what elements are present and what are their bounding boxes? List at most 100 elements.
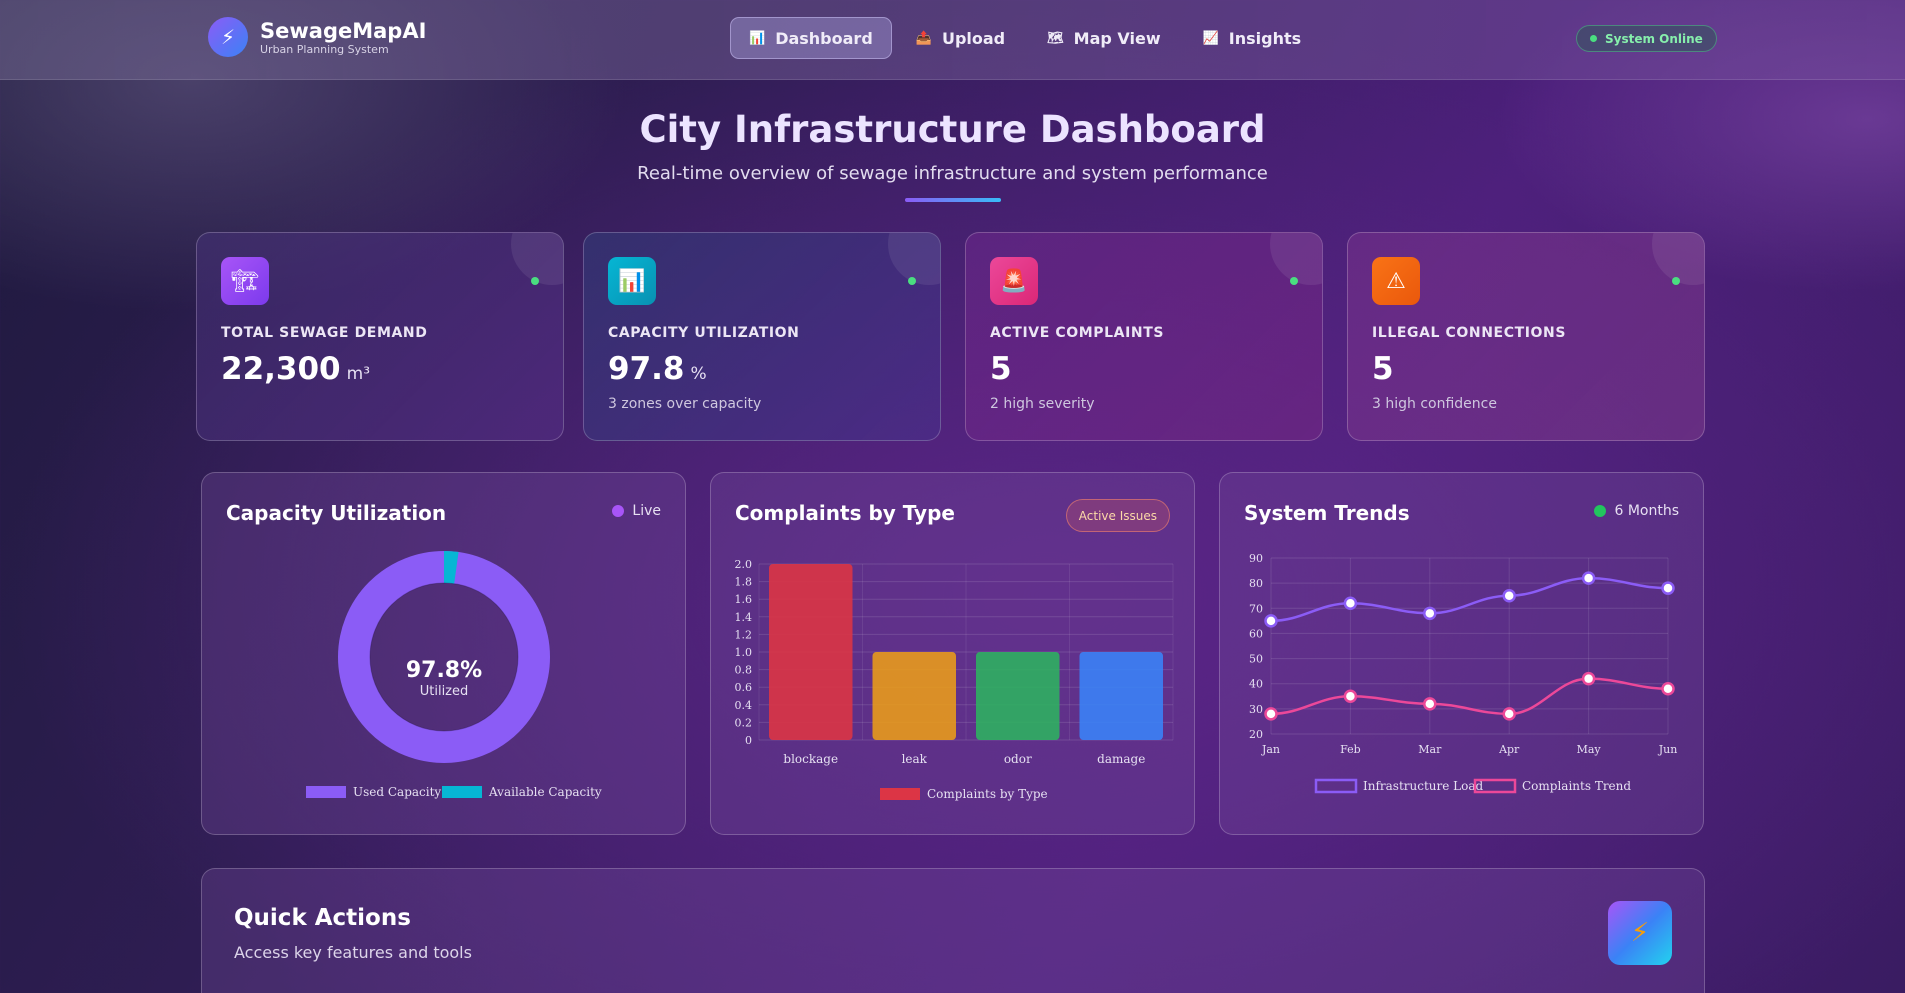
donut-center-value: 97.8% <box>406 658 482 683</box>
nav-insights[interactable]: 📈 Insights <box>1185 17 1320 59</box>
stat-label: TOTAL SEWAGE DEMAND <box>221 325 428 341</box>
trends-line-chart: 20 30 40 50 60 70 80 90 Jan Feb Mar Apr May Jun Infras… <box>1249 552 1678 794</box>
data-point[interactable] <box>1343 596 1358 611</box>
complaints-panel: Complaints by Type Active Issues 0 0.2 0.4… <box>710 472 1195 835</box>
status-text: System Online <box>1605 31 1703 46</box>
y-tick-label: 0.8 <box>735 664 753 677</box>
bar-leak[interactable] <box>872 652 957 740</box>
title-underline <box>904 198 1001 202</box>
y-tick-label: 80 <box>1249 577 1263 590</box>
stat-note: 3 zones over capacity <box>608 396 762 412</box>
x-tick-label: damage <box>1097 752 1145 766</box>
top-navbar: ⚡ SewageMapAI Urban Planning System 📊 Das… <box>0 0 1905 80</box>
status-badge: System Online <box>1576 25 1717 52</box>
data-point[interactable] <box>1423 697 1437 711</box>
legend-swatch[interactable] <box>880 788 920 800</box>
x-tick-label: Jun <box>1658 743 1678 756</box>
stat-card-capacity-utilization[interactable]: 📊 CAPACITY UTILIZATION 97.8% 3 zones ove… <box>583 232 941 441</box>
x-tick-label: May <box>1577 743 1602 756</box>
dashboard-icon: 📊 <box>749 30 766 46</box>
nav-map-view[interactable]: 🗺 Map View <box>1029 17 1178 59</box>
stat-card-sewage-demand[interactable]: 🏗 TOTAL SEWAGE DEMAND 22,300 m³ <box>196 232 564 441</box>
complaints-bar-chart: 0 0.2 0.4 0.6 0.8 1.0 1.2 1.4 1.6 1.8 2.0 blockage l… <box>735 558 1174 801</box>
legend-label: Complaints Trend <box>1522 779 1631 793</box>
status-dot <box>1672 277 1680 285</box>
stat-label: ACTIVE COMPLAINTS <box>990 325 1165 341</box>
bar-chart-icon: 📊 <box>608 257 656 305</box>
data-point[interactable] <box>1661 681 1675 696</box>
legend-swatch[interactable] <box>1314 778 1358 794</box>
legend-label: Infrastructure Load <box>1363 779 1484 793</box>
upload-icon: 📤 <box>915 30 932 46</box>
y-tick-label: 1.6 <box>735 593 753 606</box>
stat-note: 3 high confidence <box>1372 396 1497 412</box>
nav-label: Map View <box>1073 28 1161 48</box>
y-tick-label: 1.0 <box>735 646 753 659</box>
data-point[interactable] <box>1581 571 1596 585</box>
y-tick-label: 0.4 <box>735 699 753 712</box>
data-point[interactable] <box>1264 707 1278 721</box>
bar-blockage[interactable] <box>769 564 853 740</box>
data-point[interactable] <box>1343 689 1358 704</box>
x-tick-label: Apr <box>1498 743 1520 756</box>
nav-label: Insights <box>1228 28 1302 48</box>
stat-value: 5 <box>1372 351 1400 387</box>
nav-upload[interactable]: 📤 Upload <box>898 17 1023 59</box>
donut-center-label: Utilized <box>420 684 469 699</box>
status-dot <box>1590 35 1597 42</box>
data-point[interactable] <box>1423 606 1437 621</box>
bar-damage[interactable] <box>1079 652 1164 740</box>
x-tick-label: Jan <box>1261 743 1280 756</box>
quick-actions-subtitle: Access key features and tools <box>234 943 472 962</box>
capacity-donut-chart: 97.8% Utilized Used Capacity Available C… <box>306 551 602 799</box>
legend-label-used: Used Capacity <box>353 785 441 799</box>
status-dot <box>1290 277 1298 285</box>
y-tick-label: 30 <box>1249 703 1263 716</box>
status-dot <box>908 277 916 285</box>
y-tick-label: 90 <box>1249 552 1263 565</box>
stat-label: ILLEGAL CONNECTIONS <box>1372 325 1567 341</box>
stat-number: 97.8 <box>608 351 685 387</box>
x-tick-label: blockage <box>783 752 838 766</box>
brand-name: SewageMapAI <box>260 18 427 43</box>
main-nav: 📊 Dashboard 📤 Upload 🗺 Map View 📈 Insights <box>730 17 1319 59</box>
donut-used-slice[interactable] <box>338 551 550 763</box>
hero: City Infrastructure Dashboard Real-time … <box>0 108 1905 202</box>
x-tick-label: Mar <box>1418 743 1442 756</box>
stat-card-active-complaints[interactable]: 🚨 ACTIVE COMPLAINTS 5 2 high severity <box>965 232 1323 441</box>
data-point[interactable] <box>1581 671 1596 686</box>
nav-dashboard[interactable]: 📊 Dashboard <box>730 17 892 59</box>
y-tick-label: 2.0 <box>735 558 753 571</box>
stat-unit: m³ <box>346 364 371 384</box>
stat-note: 2 high severity <box>990 396 1095 412</box>
status-dot <box>531 277 539 285</box>
stat-card-illegal-connections[interactable]: ⚠ ILLEGAL CONNECTIONS 5 3 high confidenc… <box>1347 232 1705 441</box>
legend-label-available: Available Capacity <box>488 785 602 799</box>
series-line <box>1270 576 1669 623</box>
y-tick-label: 40 <box>1249 678 1263 691</box>
nav-label: Dashboard <box>775 28 873 48</box>
data-point[interactable] <box>1264 614 1278 628</box>
y-tick-label: 20 <box>1249 728 1263 741</box>
stat-unit: % <box>690 364 707 384</box>
x-tick-label: odor <box>1004 752 1032 766</box>
y-tick-label: 0.2 <box>735 716 753 729</box>
data-point[interactable] <box>1502 588 1516 603</box>
quick-actions-panel: Quick Actions Access key features and to… <box>201 868 1705 993</box>
y-tick-label: 1.8 <box>735 576 753 589</box>
stat-number: 5 <box>990 351 1012 387</box>
brand[interactable]: ⚡ SewageMapAI Urban Planning System <box>208 17 426 57</box>
nav-label: Upload <box>941 28 1006 48</box>
data-point[interactable] <box>1661 581 1675 595</box>
stat-number: 22,300 <box>221 351 341 387</box>
stat-label: CAPACITY UTILIZATION <box>608 325 800 341</box>
insights-icon: 📈 <box>1202 30 1219 46</box>
legend-swatch-used[interactable] <box>306 786 346 798</box>
data-point[interactable] <box>1502 707 1516 721</box>
y-tick-label: 60 <box>1249 627 1263 640</box>
legend-swatch-available[interactable] <box>442 786 482 798</box>
bolt-icon[interactable]: ⚡ <box>1608 901 1672 965</box>
map-icon: 🗺 <box>1047 30 1064 46</box>
y-tick-label: 70 <box>1249 602 1263 615</box>
bar-odor[interactable] <box>976 652 1060 740</box>
